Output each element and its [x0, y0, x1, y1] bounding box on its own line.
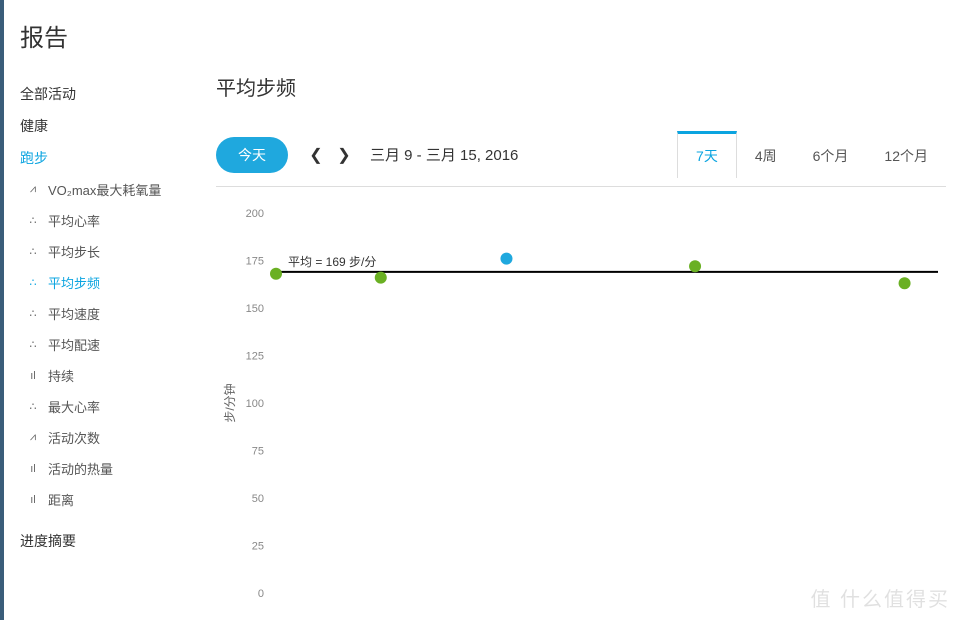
controls-bar: 今天 ❮ ❯ 三月 9 - 三月 15, 2016 7天4周6个月12个月	[216, 131, 946, 187]
sidebar-subitem-label: 平均步频	[48, 273, 100, 292]
svg-text:100: 100	[246, 398, 264, 410]
sidebar-subitem-3[interactable]: ∴ 平均步频	[20, 267, 190, 298]
pulse-icon: ⩘	[24, 431, 42, 444]
sidebar-subitem-label: VO₂max最大耗氧量	[48, 180, 161, 199]
svg-text:200: 200	[246, 208, 264, 220]
dots-icon: ∴	[24, 338, 42, 351]
left-accent-bar	[0, 0, 4, 620]
svg-text:50: 50	[252, 493, 264, 505]
page-title: 报告	[20, 18, 68, 53]
today-button[interactable]: 今天	[216, 137, 288, 173]
range-tab-2[interactable]: 6个月	[795, 131, 867, 178]
range-tab-1[interactable]: 4周	[737, 131, 795, 178]
sidebar-subitem-9[interactable]: ıl 活动的热量	[20, 453, 190, 484]
sidebar-subitem-1[interactable]: ∴ 平均心率	[20, 205, 190, 236]
range-tabs: 7天4周6个月12个月	[677, 131, 946, 178]
svg-text:125: 125	[246, 351, 264, 363]
sidebar-item-progress-summary[interactable]: 进度摘要	[20, 525, 190, 557]
svg-text:平均 = 169 步/分: 平均 = 169 步/分	[288, 255, 376, 269]
sidebar-link-1[interactable]: 健康	[20, 110, 190, 142]
pulse-icon: ⩘	[24, 183, 42, 196]
sidebar-subitem-6[interactable]: ıl 持续	[20, 360, 190, 391]
sidebar-subitem-0[interactable]: ⩘ VO₂max最大耗氧量	[20, 174, 190, 205]
svg-text:0: 0	[258, 588, 264, 600]
sidebar-link-0[interactable]: 全部活动	[20, 78, 190, 110]
sidebar-link-2[interactable]: 跑步	[20, 142, 190, 174]
sidebar-subitem-label: 活动次数	[48, 428, 100, 447]
date-range: 三月 9 - 三月 15, 2016	[370, 144, 518, 165]
sidebar-subitem-4[interactable]: ∴ 平均速度	[20, 298, 190, 329]
svg-text:175: 175	[246, 256, 264, 268]
sidebar: 全部活动健康跑步 ⩘ VO₂max最大耗氧量 ∴ 平均心率 ∴ 平均步长 ∴ 平均步频 ∴ 平均速…	[20, 78, 190, 557]
prev-arrow-icon[interactable]: ❮	[304, 143, 328, 167]
svg-text:步/分钟: 步/分钟	[222, 383, 237, 422]
dots-icon: ∴	[24, 214, 42, 227]
sidebar-subitem-7[interactable]: ∴ 最大心率	[20, 391, 190, 422]
sidebar-subitem-label: 平均配速	[48, 335, 100, 354]
sidebar-subitem-5[interactable]: ∴ 平均配速	[20, 329, 190, 360]
sidebar-subitem-label: 持续	[48, 366, 74, 385]
bars-icon: ıl	[24, 370, 42, 382]
bars-icon: ıl	[24, 494, 42, 506]
svg-text:150: 150	[246, 303, 264, 315]
sidebar-subitem-label: 活动的热量	[48, 459, 113, 478]
sidebar-subitem-label: 平均步长	[48, 242, 100, 261]
chart-title: 平均步频	[216, 72, 946, 101]
dots-icon: ∴	[24, 400, 42, 413]
svg-text:75: 75	[252, 446, 264, 458]
dots-icon: ∴	[24, 307, 42, 320]
sidebar-subitem-8[interactable]: ⩘ 活动次数	[20, 422, 190, 453]
dots-icon: ∴	[24, 245, 42, 258]
bars-icon: ıl	[24, 463, 42, 475]
svg-text:25: 25	[252, 541, 264, 553]
sidebar-subitem-2[interactable]: ∴ 平均步长	[20, 236, 190, 267]
sidebar-subitem-label: 平均心率	[48, 211, 100, 230]
next-arrow-icon[interactable]: ❯	[332, 143, 356, 167]
dots-icon: ∴	[24, 276, 42, 289]
chart: 200 175 150 125 100 75 50 25 0 步/分钟 平均 = 169 步/分	[216, 203, 946, 623]
sidebar-subitem-label: 距离	[48, 490, 74, 509]
sidebar-subitem-10[interactable]: ıl 距离	[20, 484, 190, 515]
sidebar-subitem-label: 最大心率	[48, 397, 100, 416]
range-tab-0[interactable]: 7天	[677, 131, 737, 178]
range-tab-3[interactable]: 12个月	[866, 131, 946, 178]
sidebar-subitem-label: 平均速度	[48, 304, 100, 323]
main-area: 平均步频 今天 ❮ ❯ 三月 9 - 三月 15, 2016 7天4周6个月12…	[216, 72, 946, 623]
